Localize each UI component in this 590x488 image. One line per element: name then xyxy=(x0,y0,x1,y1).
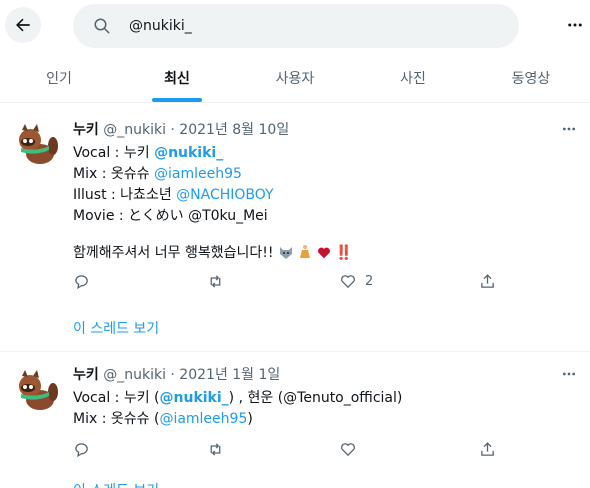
share-icon xyxy=(481,442,494,456)
dancer-emoji-icon xyxy=(300,245,311,258)
more-icon xyxy=(563,127,575,131)
tweet-line-mix: Mix : 옷슈슈 @iamleeh95 xyxy=(73,166,242,182)
back-button[interactable] xyxy=(5,7,41,43)
tweet-line-thanks: 함께해주셔서 너무 행복했습니다!! ‼️ xyxy=(73,245,353,261)
heart-emoji-icon xyxy=(317,247,330,259)
tab-top[interactable]: 인기 xyxy=(0,53,118,102)
search-box[interactable] xyxy=(73,4,519,48)
wolf-emoji-icon xyxy=(279,247,292,259)
like-button[interactable] xyxy=(339,441,357,458)
tweet-header: 누키 @_nukiki · 2021년 1월 1일 xyxy=(73,364,280,384)
show-thread-link-partial[interactable]: 이 스레드 보기 xyxy=(73,480,159,488)
reply-button[interactable] xyxy=(73,441,90,458)
reply-icon xyxy=(75,275,88,290)
like-icon xyxy=(341,275,355,289)
like-count: 2 xyxy=(365,274,374,289)
tweet-header: 누키 @_nukiki · 2021년 8월 10일 xyxy=(73,119,289,139)
tab-videos[interactable]: 동영상 xyxy=(472,53,590,102)
share-button[interactable] xyxy=(479,273,496,290)
tweet-actions: 2 xyxy=(73,273,503,293)
tweet-divider xyxy=(0,351,590,352)
more-icon xyxy=(568,23,582,27)
raccoon-avatar[interactable] xyxy=(13,122,61,170)
tweet-meta[interactable]: @_nukiki · 2021년 8월 10일 xyxy=(103,122,289,138)
tweet-actions xyxy=(73,441,503,461)
show-thread-link[interactable]: 이 스레드 보기 xyxy=(73,318,159,338)
tab-people[interactable]: 사용자 xyxy=(236,53,354,102)
tweet-line-movie: Movie : とくめい @T0ku_Mei xyxy=(73,208,268,224)
retweet-icon xyxy=(210,443,221,456)
top-bar xyxy=(0,0,590,52)
more-icon xyxy=(563,372,575,376)
retweet-button[interactable] xyxy=(206,441,225,458)
share-icon xyxy=(481,274,494,288)
display-name[interactable]: 누키 xyxy=(73,122,99,138)
mention-link[interactable]: @nukiki_ xyxy=(154,145,223,161)
raccoon-avatar[interactable] xyxy=(13,368,61,416)
search-input[interactable] xyxy=(129,4,499,48)
search-tabs: 인기 최신 사용자 사진 동영상 xyxy=(0,53,590,103)
mention-link[interactable]: @iamleeh95 xyxy=(159,411,247,427)
double-exclamation-emoji: ‼️ xyxy=(335,245,353,261)
share-button[interactable] xyxy=(479,441,496,458)
retweet-icon xyxy=(210,275,221,288)
mention-link[interactable]: @NACHIOBOY xyxy=(176,187,273,203)
tweet-line-illust: Illust : 나쵸소년 @NACHIOBOY xyxy=(73,187,274,203)
retweet-button[interactable] xyxy=(206,273,225,290)
mention-link[interactable]: @nukiki_ xyxy=(160,390,229,406)
more-options-button[interactable] xyxy=(560,10,590,40)
tweet-line-mix: Mix : 옷슈슈 (@iamleeh95) xyxy=(73,411,253,427)
like-icon xyxy=(341,443,355,457)
back-arrow-icon xyxy=(16,18,30,32)
tab-latest[interactable]: 최신 xyxy=(118,53,236,102)
reply-button[interactable] xyxy=(73,273,90,290)
tweet-more-button[interactable] xyxy=(556,364,582,384)
like-button[interactable]: 2 xyxy=(339,273,373,290)
tweet-line-vocal: Vocal : 누키 @nukiki_ xyxy=(73,145,224,161)
tweet-line-vocal: Vocal : 누키 (@nukiki_) , 현운 (@Tenuto_offi… xyxy=(73,390,403,406)
mention-link[interactable]: @iamleeh95 xyxy=(154,166,242,182)
tweet-more-button[interactable] xyxy=(556,119,582,139)
display-name[interactable]: 누키 xyxy=(73,367,99,383)
tweet-meta[interactable]: @_nukiki · 2021년 1월 1일 xyxy=(103,367,280,383)
tab-photos[interactable]: 사진 xyxy=(354,53,472,102)
search-icon xyxy=(94,18,110,34)
reply-icon xyxy=(75,443,88,458)
